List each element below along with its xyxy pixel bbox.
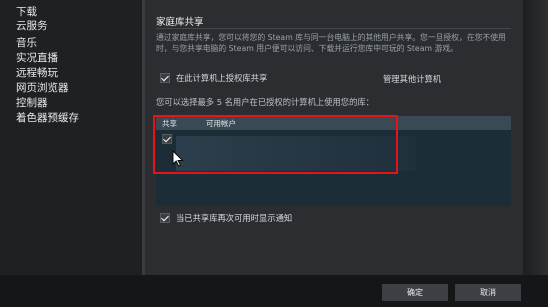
sidebar-item-web-browser[interactable]: 网页浏览器 (16, 82, 69, 95)
settings-sidebar: 下载 云服务 音乐 实况直播 远程畅玩 网页浏览器 控制器 着色器预缓存 (0, 0, 142, 275)
authorize-label: 在此计算机上授权库共享 (176, 73, 268, 83)
mouse-pointer-icon (172, 150, 184, 167)
sidebar-item-shader-cache[interactable]: 着色器预缓存 (16, 112, 79, 125)
authorize-checkbox[interactable] (160, 73, 170, 83)
sidebar-item-broadcasting[interactable]: 实况直播 (16, 52, 58, 65)
cancel-button[interactable]: 取消 (455, 284, 521, 301)
sidebar-item-music[interactable]: 音乐 (16, 37, 37, 50)
ok-button[interactable]: 确定 (382, 284, 448, 301)
section-divider (156, 28, 511, 29)
sidebar-item-controller[interactable]: 控制器 (16, 97, 48, 110)
sidebar-item-downloads[interactable]: 下载 (16, 6, 37, 19)
notify-checkbox[interactable] (160, 213, 170, 223)
background-edge (523, 0, 548, 275)
sidebar-item-remote-play[interactable]: 远程畅玩 (16, 67, 58, 80)
section-description: 通过家庭库共享，您可以将您的 Steam 库与同一台电脑上的其他用户共享。您一旦… (156, 33, 506, 53)
sidebar-item-cloud[interactable]: 云服务 (16, 20, 48, 33)
notify-label: 当已共享库再次可用时显示通知 (176, 213, 293, 223)
user-limit-text: 您可以选择最多 5 名用户在已授权的计算机上使用您的库： (156, 97, 374, 107)
section-title: 家庭库共享 (156, 17, 204, 28)
manage-other-computers-link[interactable]: 管理其他计算机 (383, 74, 441, 84)
red-highlight-box (153, 115, 398, 174)
